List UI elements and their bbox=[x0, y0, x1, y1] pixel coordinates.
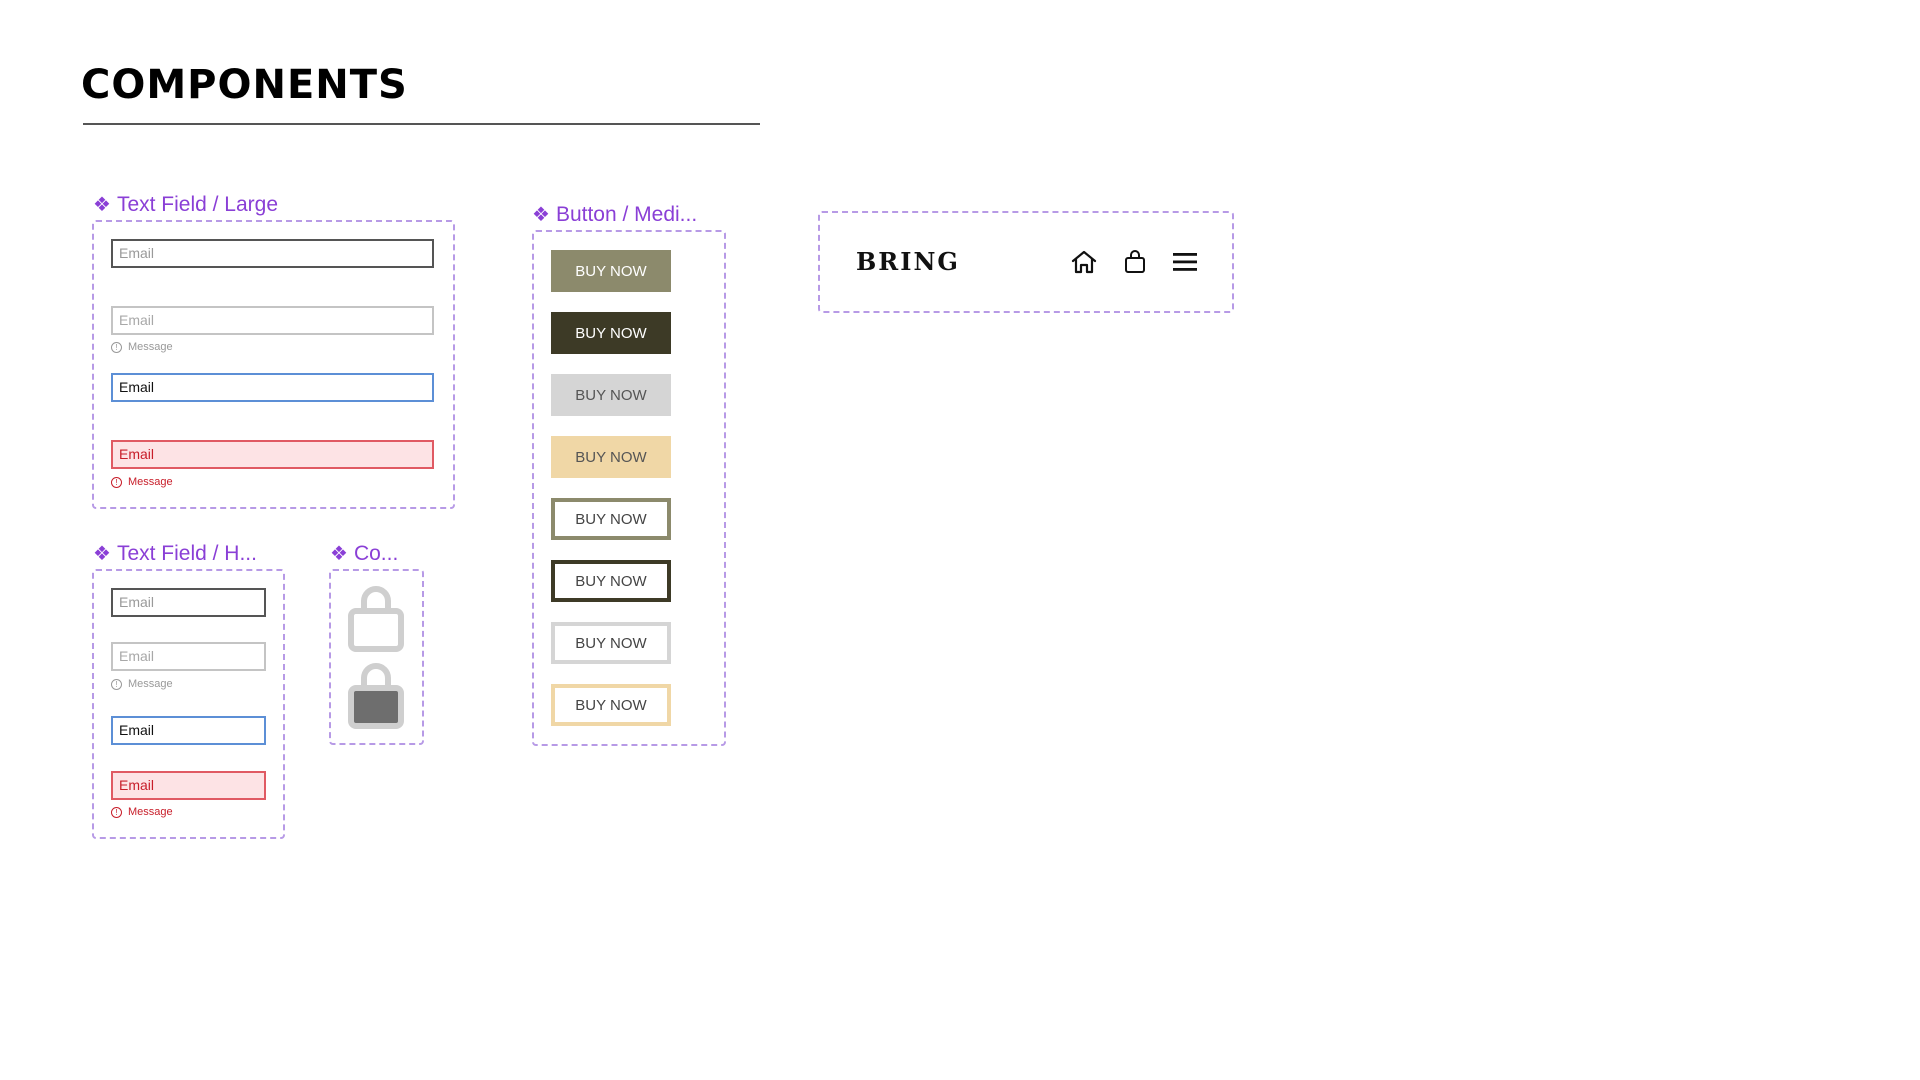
buy-now-button-outline-dark[interactable]: BUY NOW bbox=[551, 560, 671, 602]
shopping-bag-icon[interactable] bbox=[1124, 249, 1146, 275]
text-field-half-error-helper: ! Message bbox=[111, 806, 173, 818]
text-field-half-default[interactable]: Email bbox=[111, 588, 266, 617]
cart-component-label[interactable]: ❖ Co... bbox=[330, 541, 398, 566]
brand-logo[interactable]: BRING bbox=[856, 247, 960, 276]
buy-now-button-filled-gray[interactable]: BUY NOW bbox=[551, 374, 671, 416]
text-field-large-disabled[interactable]: Email bbox=[111, 306, 434, 335]
buy-now-button-outline-gray[interactable]: BUY NOW bbox=[551, 622, 671, 664]
component-icon: ❖ bbox=[93, 194, 111, 216]
text-field-large-error-helper: ! Message bbox=[111, 476, 173, 488]
home-icon[interactable] bbox=[1070, 249, 1098, 275]
text-field-large-helper: ! Message bbox=[111, 341, 173, 353]
button-medium-label[interactable]: ❖ Button / Medi... bbox=[532, 202, 697, 227]
bag-filled-icon[interactable] bbox=[346, 662, 406, 730]
buy-now-button-filled-olive[interactable]: BUY NOW bbox=[551, 250, 671, 292]
text-field-large-focused[interactable]: Email bbox=[111, 373, 434, 402]
page-title: COMPONENTS bbox=[81, 62, 408, 108]
text-field-large-label[interactable]: ❖ Text Field / Large bbox=[93, 192, 278, 217]
error-icon: ! bbox=[111, 476, 122, 488]
component-icon: ❖ bbox=[532, 204, 550, 226]
info-icon: ! bbox=[111, 678, 122, 690]
text-field-half-label[interactable]: ❖ Text Field / H... bbox=[93, 541, 257, 566]
text-field-large-default[interactable]: Email bbox=[111, 239, 434, 268]
bag-outline-icon[interactable] bbox=[346, 585, 406, 653]
text-field-half-error[interactable]: Email bbox=[111, 771, 266, 800]
buy-now-button-outline-sand[interactable]: BUY NOW bbox=[551, 684, 671, 726]
buy-now-button-outline-olive[interactable]: BUY NOW bbox=[551, 498, 671, 540]
component-icon: ❖ bbox=[93, 543, 111, 565]
info-icon: ! bbox=[111, 341, 122, 353]
buy-now-button-filled-sand[interactable]: BUY NOW bbox=[551, 436, 671, 478]
component-icon: ❖ bbox=[330, 543, 348, 565]
text-field-half-disabled[interactable]: Email bbox=[111, 642, 266, 671]
buy-now-button-filled-dark[interactable]: BUY NOW bbox=[551, 312, 671, 354]
hamburger-menu-icon[interactable] bbox=[1172, 251, 1198, 273]
title-divider bbox=[83, 123, 760, 125]
text-field-half-focused[interactable]: Email bbox=[111, 716, 266, 745]
button-medium-frame[interactable] bbox=[532, 230, 726, 746]
error-icon: ! bbox=[111, 806, 122, 818]
text-field-large-error[interactable]: Email bbox=[111, 440, 434, 469]
text-field-half-helper: ! Message bbox=[111, 678, 173, 690]
